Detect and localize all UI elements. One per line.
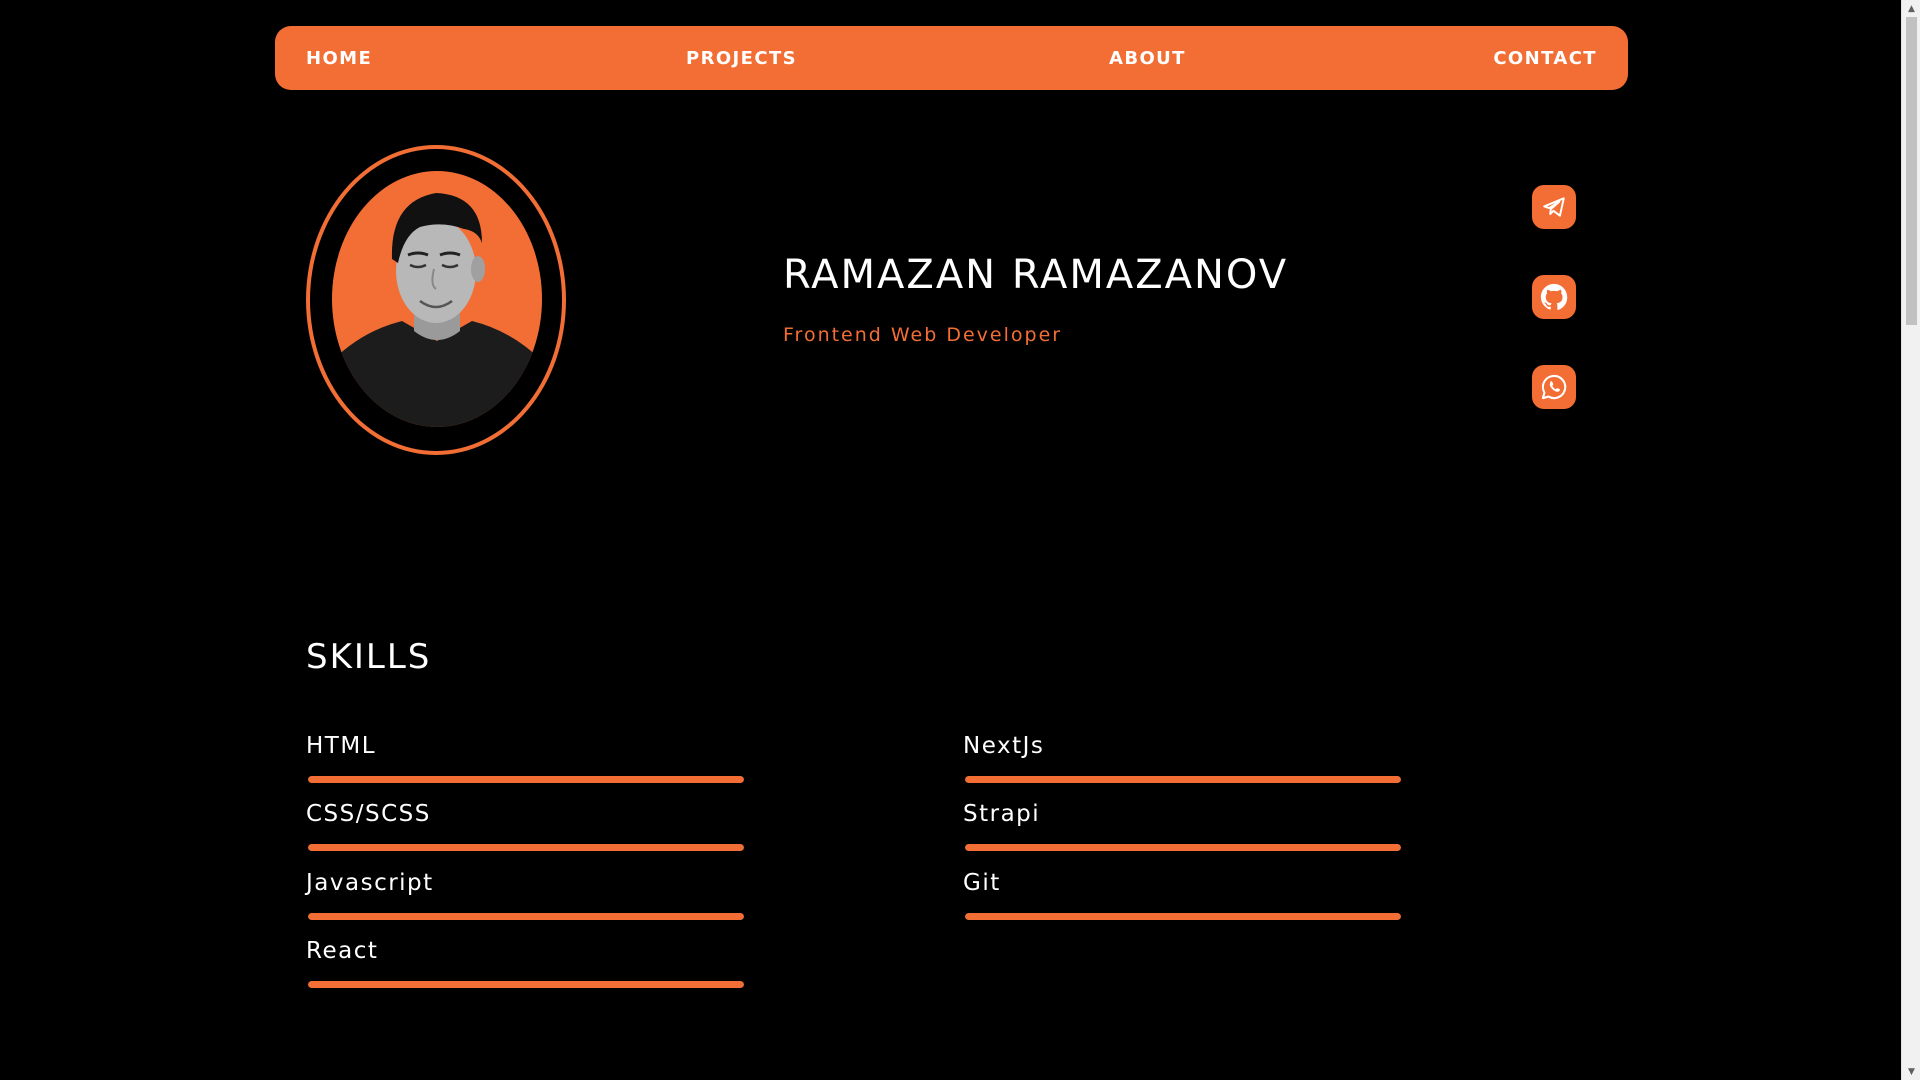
- telegram-link[interactable]: [1532, 185, 1576, 229]
- whatsapp-link[interactable]: [1532, 365, 1576, 409]
- skill-label: Strapi: [963, 801, 1041, 827]
- skill-item-git: Git: [963, 870, 1403, 930]
- hero-name: RAMAZAN RAMAZANOV: [783, 252, 1289, 298]
- skill-item-css: CSS/SCSS: [306, 801, 746, 861]
- github-link[interactable]: [1532, 275, 1576, 319]
- avatar-frame: [306, 145, 566, 455]
- skill-progress-bar: [965, 776, 1401, 783]
- skill-progress-bar: [965, 844, 1401, 851]
- top-nav: HOME PROJECTS ABOUT CONTACT: [275, 26, 1628, 90]
- skill-item-javascript: Javascript: [306, 870, 746, 930]
- nav-home-link[interactable]: HOME: [306, 26, 372, 90]
- skill-progress-bar: [308, 844, 744, 851]
- whatsapp-icon: [1541, 374, 1567, 400]
- avatar: [332, 171, 542, 427]
- skill-item-strapi: Strapi: [963, 801, 1403, 861]
- hero-role: Frontend Web Developer: [783, 324, 1063, 346]
- nav-projects-link[interactable]: PROJECTS: [686, 26, 797, 90]
- skills-heading: SKILLS: [306, 637, 432, 677]
- skill-progress-bar: [965, 913, 1401, 920]
- scroll-up-arrow-icon[interactable]: ▲: [1902, 0, 1920, 17]
- nav-contact-link[interactable]: CONTACT: [1493, 26, 1597, 90]
- vertical-scrollbar[interactable]: ▲ ▼: [1901, 0, 1920, 1080]
- skill-progress-bar: [308, 981, 744, 988]
- skill-label: CSS/SCSS: [306, 801, 431, 827]
- nav-about-link[interactable]: ABOUT: [1109, 26, 1186, 90]
- scrollbar-thumb[interactable]: [1906, 17, 1917, 325]
- skill-item-nextjs: NextJs: [963, 733, 1403, 793]
- page: HOME PROJECTS ABOUT CONTACT RAMAZAN RAMA…: [0, 0, 1901, 1080]
- avatar-photo: [332, 193, 542, 427]
- skill-item-react: React: [306, 938, 746, 998]
- skill-label: Javascript: [306, 870, 434, 896]
- skill-progress-bar: [308, 776, 744, 783]
- skill-label: React: [306, 938, 379, 964]
- telegram-icon: [1543, 197, 1565, 217]
- skill-label: NextJs: [963, 733, 1045, 759]
- skill-label: Git: [963, 870, 1001, 896]
- scroll-down-arrow-icon[interactable]: ▼: [1902, 1063, 1920, 1080]
- skill-label: HTML: [306, 733, 377, 759]
- github-icon: [1540, 283, 1568, 310]
- skill-progress-bar: [308, 913, 744, 920]
- skill-item-html: HTML: [306, 733, 746, 793]
